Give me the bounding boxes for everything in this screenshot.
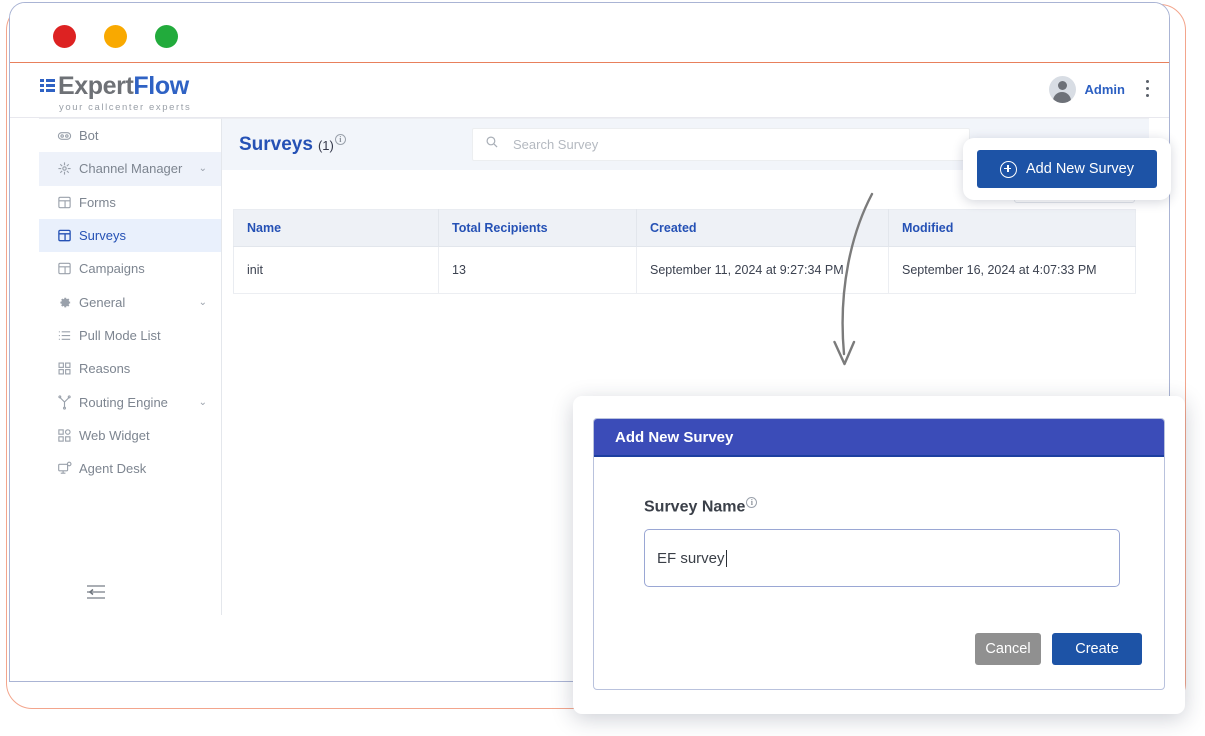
page-title: Surveys (1)i bbox=[239, 134, 346, 156]
logo-primary-text: Expert bbox=[58, 72, 133, 100]
search-icon bbox=[485, 135, 499, 154]
add-new-survey-label: Add New Survey bbox=[1026, 161, 1134, 177]
survey-name-input[interactable]: EF survey bbox=[644, 529, 1120, 587]
avatar bbox=[1049, 76, 1076, 103]
chevron-down-icon[interactable]: ⌄ bbox=[199, 297, 207, 308]
chevron-down-icon[interactable]: ⌄ bbox=[199, 397, 207, 408]
sidebar-item-reasons[interactable]: Reasons bbox=[39, 352, 221, 385]
grid-icon bbox=[57, 361, 79, 376]
table-header-row: Name Total Recipients Created Modified bbox=[234, 210, 1136, 247]
sidebar: Bot Channel Manager ⌄ bbox=[39, 118, 222, 615]
sidebar-item-channel-manager[interactable]: Channel Manager ⌄ bbox=[39, 152, 221, 185]
user-name-label: Admin bbox=[1085, 82, 1125, 97]
sidebar-item-label: Web Widget bbox=[79, 429, 150, 442]
sidebar-item-label: General bbox=[79, 296, 125, 309]
dialog-inner: Add New Survey Survey Namei EF survey Ca… bbox=[593, 418, 1165, 690]
add-new-survey-callout: Add New Survey bbox=[963, 138, 1171, 200]
sidebar-item-label: Routing Engine bbox=[79, 396, 168, 409]
sidebar-item-campaigns[interactable]: Campaigns bbox=[39, 252, 221, 285]
sidebar-item-label: Surveys bbox=[79, 229, 126, 242]
logo-tagline: your callcenter experts bbox=[59, 102, 191, 113]
logo-mark-icon bbox=[40, 79, 55, 94]
dialog-header: Add New Survey bbox=[594, 419, 1164, 457]
surveys-icon bbox=[57, 228, 79, 243]
dialog-actions: Cancel Create bbox=[975, 633, 1142, 665]
sidebar-item-web-widget[interactable]: Web Widget bbox=[39, 419, 221, 452]
column-header-modified[interactable]: Modified bbox=[889, 210, 1136, 247]
gear-icon bbox=[57, 295, 79, 310]
cell-total-recipients: 13 bbox=[439, 247, 637, 294]
cell-modified: September 16, 2024 at 4:07:33 PM bbox=[889, 247, 1136, 294]
widget-icon bbox=[57, 428, 79, 443]
channel-icon bbox=[57, 161, 79, 176]
sidebar-item-label: Agent Desk bbox=[79, 462, 146, 475]
add-new-survey-button[interactable]: Add New Survey bbox=[977, 150, 1157, 188]
sidebar-item-bot[interactable]: Bot bbox=[39, 119, 221, 152]
column-header-created[interactable]: Created bbox=[637, 210, 889, 247]
surveys-table: Name Total Recipients Created Modified i… bbox=[233, 209, 1136, 294]
info-icon[interactable]: i bbox=[746, 497, 757, 508]
sidebar-item-label: Bot bbox=[79, 129, 99, 142]
column-header-name[interactable]: Name bbox=[234, 210, 439, 247]
routing-icon bbox=[57, 395, 79, 410]
sidebar-item-label: Campaigns bbox=[79, 262, 145, 275]
sidebar-item-general[interactable]: General ⌄ bbox=[39, 285, 221, 318]
dialog-body: Survey Namei EF survey bbox=[594, 457, 1164, 587]
sidebar-item-label: Pull Mode List bbox=[79, 329, 161, 342]
user-menu[interactable]: Admin bbox=[1049, 76, 1125, 103]
column-header-total-recipients[interactable]: Total Recipients bbox=[439, 210, 637, 247]
cell-created: September 11, 2024 at 9:27:34 PM bbox=[637, 247, 889, 294]
list-icon bbox=[57, 328, 79, 343]
minimize-window-button[interactable] bbox=[104, 25, 127, 48]
info-icon[interactable]: i bbox=[335, 134, 346, 145]
screenshot-root: ExpertFlow your callcenter experts Admin bbox=[0, 0, 1205, 736]
chevron-down-icon[interactable]: ⌄ bbox=[199, 163, 207, 174]
logo-secondary-text: Flow bbox=[133, 72, 188, 100]
agent-desk-icon bbox=[57, 461, 79, 476]
survey-name-label-text: Survey Name bbox=[644, 498, 745, 515]
page-title-text: Surveys bbox=[239, 134, 313, 155]
sidebar-item-forms[interactable]: Forms bbox=[39, 186, 221, 219]
sidebar-item-label: Channel Manager bbox=[79, 162, 182, 175]
dialog-title: Add New Survey bbox=[615, 429, 733, 446]
window-titlebar bbox=[10, 3, 1169, 63]
app-header: ExpertFlow your callcenter experts Admin bbox=[10, 63, 1169, 118]
search-input[interactable] bbox=[511, 136, 911, 153]
table-row[interactable]: init 13 September 11, 2024 at 9:27:34 PM… bbox=[234, 247, 1136, 294]
sidebar-item-agent-desk[interactable]: Agent Desk bbox=[39, 452, 221, 485]
bot-icon bbox=[57, 128, 79, 143]
sidebar-item-label: Forms bbox=[79, 196, 116, 209]
brand-logo[interactable]: ExpertFlow your callcenter experts bbox=[40, 72, 191, 113]
cell-name: init bbox=[234, 247, 439, 294]
survey-name-value: EF survey bbox=[657, 550, 725, 567]
campaigns-icon bbox=[57, 261, 79, 276]
sidebar-item-pull-mode-list[interactable]: Pull Mode List bbox=[39, 319, 221, 352]
close-window-button[interactable] bbox=[53, 25, 76, 48]
sidebar-item-label: Reasons bbox=[79, 362, 130, 375]
forms-icon bbox=[57, 195, 79, 210]
plus-circle-icon bbox=[1000, 161, 1017, 178]
maximize-window-button[interactable] bbox=[155, 25, 178, 48]
page-count: (1) bbox=[318, 138, 334, 153]
cancel-button[interactable]: Cancel bbox=[975, 633, 1041, 665]
add-new-survey-dialog: Add New Survey Survey Namei EF survey Ca… bbox=[573, 396, 1185, 714]
create-button[interactable]: Create bbox=[1052, 633, 1142, 665]
sidebar-item-surveys[interactable]: Surveys bbox=[39, 219, 221, 252]
survey-name-label: Survey Namei bbox=[644, 497, 1114, 516]
sidebar-collapse-icon[interactable] bbox=[86, 584, 106, 600]
sidebar-item-routing-engine[interactable]: Routing Engine ⌄ bbox=[39, 385, 221, 418]
text-cursor bbox=[726, 550, 727, 567]
search-field[interactable] bbox=[472, 128, 970, 161]
kebab-menu-icon[interactable] bbox=[1146, 80, 1150, 100]
